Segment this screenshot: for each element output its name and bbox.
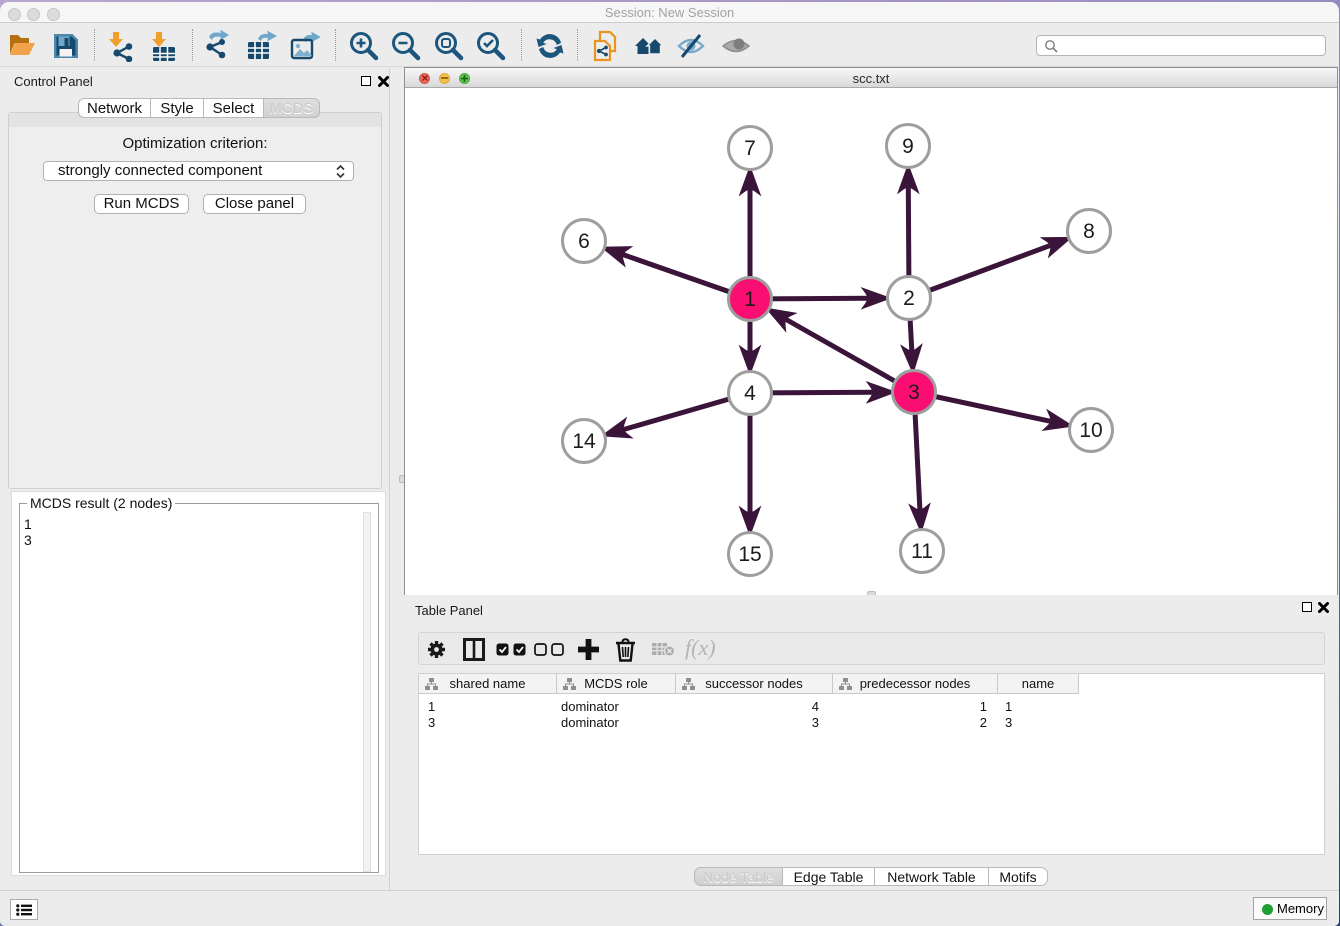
svg-text:10: 10 <box>1079 419 1102 442</box>
svg-text:6: 6 <box>578 230 590 253</box>
svg-text:2: 2 <box>903 287 915 310</box>
svg-text:3: 3 <box>908 381 920 404</box>
svg-text:7: 7 <box>744 137 756 160</box>
svg-text:1: 1 <box>744 288 756 311</box>
svg-text:9: 9 <box>902 135 914 158</box>
svg-text:4: 4 <box>744 382 756 405</box>
svg-text:8: 8 <box>1083 220 1095 243</box>
svg-text:11: 11 <box>911 540 933 563</box>
svg-text:15: 15 <box>738 543 761 566</box>
svg-text:14: 14 <box>572 430 596 453</box>
